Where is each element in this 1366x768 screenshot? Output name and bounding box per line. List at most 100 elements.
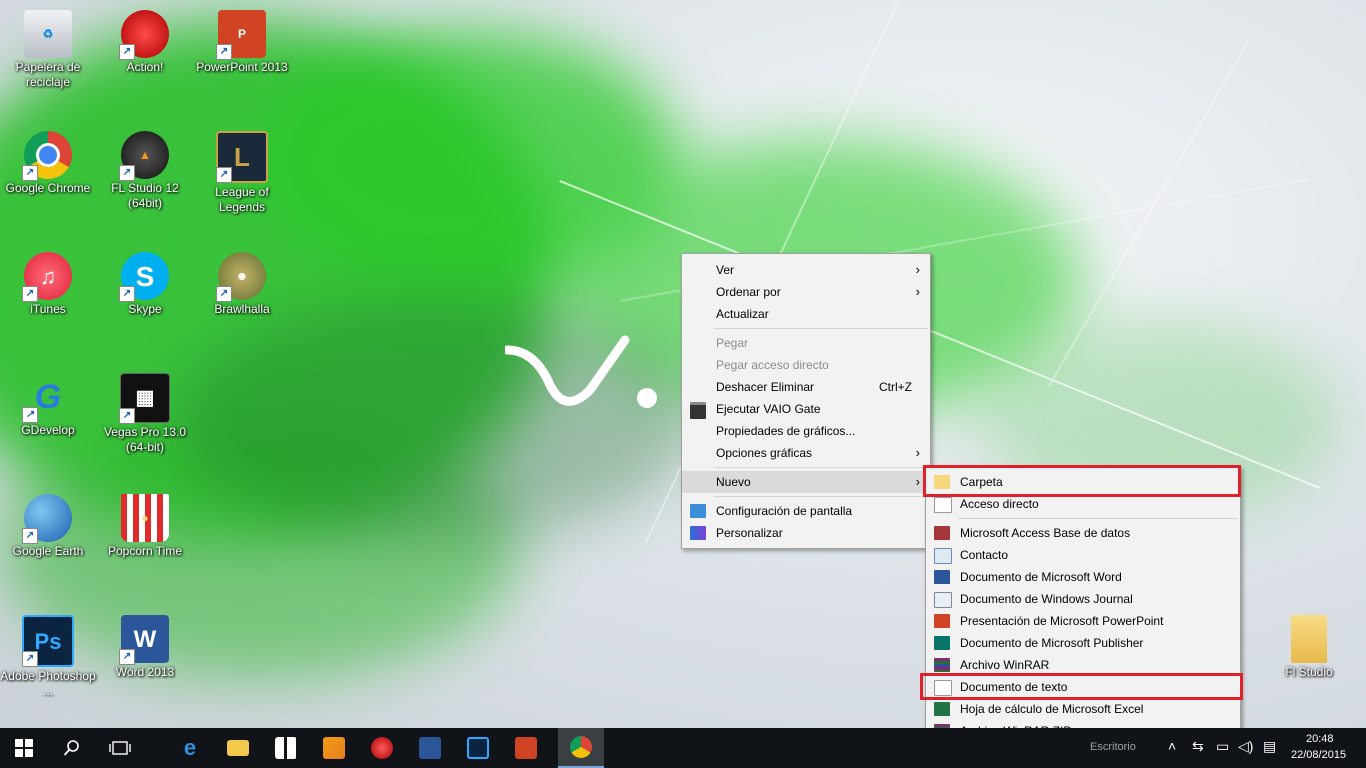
desktop-icon-action[interactable]: ↗ Action! [97,10,193,75]
desktop-icon-chrome[interactable]: ↗ Google Chrome [0,131,96,196]
menu-item-ordenar-por[interactable]: Ordenar por › [682,281,930,303]
menu-item-nuevo[interactable]: Nuevo › [682,471,930,493]
menu-item-pegar[interactable]: Pegar [682,332,930,354]
chevron-up-icon[interactable]: ˄ [1168,738,1176,754]
menu-item-label: Archivo WinRAR [960,658,1050,672]
desktop-icon-label: Vegas Pro 13.0 (64-bit) [103,425,187,454]
submenu-item-powerpoint[interactable]: Presentación de Microsoft PowerPoint [926,610,1240,632]
menu-separator [958,518,1238,519]
desktop-icon-label: Action! [126,60,164,74]
menu-separator [714,328,928,329]
desktop-icon-label: FL Studio 12 (64bit) [111,181,179,210]
gdevelop-icon: G ↗ [22,373,72,423]
menu-item-label: Contacto [960,548,1009,562]
desktop-icon-popcorn-time[interactable]: ● Popcorn Time [97,494,193,559]
powerpoint-icon [515,737,537,759]
shortcut-arrow-icon: ↗ [22,165,38,181]
submenu-item-publisher[interactable]: Documento de Microsoft Publisher [926,632,1240,654]
taskbar-store[interactable] [262,728,310,768]
submenu-item-contacto[interactable]: Contacto [926,544,1240,566]
desktop-context-menu: Ver › Ordenar por › Actualizar Pegar Pegar… [681,253,931,549]
desktop-icon-vegas-pro[interactable]: ▦ ↗ Vegas Pro 13.0 (64-bit) [97,373,193,455]
desktop-icon-label: Fl Studio [1285,665,1333,679]
clock-time[interactable]: 20:48 [1306,733,1334,745]
journal-icon [934,592,952,608]
network-icon[interactable]: ⇆ [1192,738,1204,755]
taskbar-powerpoint[interactable] [502,728,550,768]
desktop-icon-label: League of Legends [215,185,269,214]
menu-item-ejecutar-vaio-gate[interactable]: Ejecutar VAIO Gate [682,398,930,420]
taskbar-file-explorer[interactable] [214,728,262,768]
notifications-icon[interactable]: ▤ [1263,738,1276,755]
menu-separator [714,496,928,497]
menu-item-actualizar[interactable]: Actualizar [682,303,930,325]
menu-item-propiedades-graficos[interactable]: Propiedades de gráficos... [682,420,930,442]
menu-item-label: Deshacer Eliminar [716,380,815,394]
taskbar-action[interactable] [358,728,406,768]
taskbar-media-player[interactable] [310,728,358,768]
personalize-icon [690,526,706,540]
task-view-button[interactable] [96,728,144,768]
battery-icon[interactable]: ▭ [1216,738,1229,755]
chevron-right-icon: › [915,474,920,489]
taskbar-word[interactable] [406,728,454,768]
menu-item-pegar-acceso-directo[interactable]: Pegar acceso directo [682,354,930,376]
contact-icon [934,548,952,564]
menu-item-ver[interactable]: Ver › [682,259,930,281]
taskbar-chrome[interactable] [558,728,604,768]
taskbar-edge[interactable]: e [166,728,214,768]
volume-icon[interactable]: ◁) [1238,738,1253,755]
menu-item-personalizar[interactable]: Personalizar [682,522,930,544]
photoshop-icon [467,737,489,759]
desktop-icon-league-of-legends[interactable]: L ↗ League of Legends [194,131,290,215]
recycle-bin-icon: ♻ [24,10,72,58]
desktop-icon-photoshop[interactable]: Ps ↗ Adobe Photoshop ... [0,615,96,699]
highlight-box-documento-texto [920,673,1243,700]
menu-item-label: Documento de Microsoft Word [960,570,1122,584]
desktop-icon-itunes[interactable]: ♫ ↗ iTunes [0,252,96,317]
desktop-icon-recycle-bin[interactable]: ♻ Papelera de reciclaje [0,10,96,90]
menu-item-label: Personalizar [716,526,783,540]
store-icon [275,737,297,759]
menu-item-configuracion-pantalla[interactable]: Configuración de pantalla [682,500,930,522]
taskbar-photoshop[interactable] [454,728,502,768]
submenu-item-word[interactable]: Documento de Microsoft Word [926,566,1240,588]
desktop-icon-word[interactable]: W ↗ Word 2013 [97,615,193,680]
desktop-icon-powerpoint[interactable]: P ↗ PowerPoint 2013 [194,10,290,75]
desktop-icon-gdevelop[interactable]: G ↗ GDevelop [0,373,96,438]
search-button[interactable] [48,728,96,768]
edge-icon: e [183,735,197,760]
menu-item-label: Configuración de pantalla [716,504,853,518]
shortcut-arrow-icon: ↗ [22,407,38,423]
menu-item-label: Pegar acceso directo [716,358,829,372]
desktop-icon-brawlhalla[interactable]: ☻ ↗ Brawlhalla [194,252,290,317]
popcorn-time-icon: ● [121,494,169,542]
taskbar: e Escritorio ˄ ⇆ ▭ ◁) ▤ 20:48 22/08/2015 [0,728,1366,768]
desktop-icon-fl-studio-folder[interactable]: Fl Studio [1261,615,1357,680]
submenu-item-access[interactable]: Microsoft Access Base de datos [926,522,1240,544]
file-explorer-icon [227,740,249,756]
chevron-right-icon: › [915,262,920,277]
menu-item-deshacer-eliminar[interactable]: Deshacer Eliminar Ctrl+Z [682,376,930,398]
tray-desktop-label[interactable]: Escritorio [1090,741,1136,753]
desktop-icon-skype[interactable]: S ↗ Skype [97,252,193,317]
desktop-icon-label: PowerPoint 2013 [196,60,288,74]
display-settings-icon [690,504,706,518]
brawlhalla-icon: ☻ ↗ [216,252,266,302]
menu-item-label: Ordenar por [716,285,781,299]
menu-item-label: Acceso directo [960,497,1039,511]
desktop-icon-fl-studio[interactable]: ▲ ↗ FL Studio 12 (64bit) [97,131,193,211]
media-player-icon [323,737,345,759]
search-icon [63,740,79,756]
menu-item-opciones-graficas[interactable]: Opciones gráficas › [682,442,930,464]
menu-item-label: Pegar [716,336,749,350]
start-button[interactable] [0,728,48,768]
publisher-icon [934,636,950,650]
submenu-item-excel[interactable]: Hoja de cálculo de Microsoft Excel [926,698,1240,720]
clock-date[interactable]: 22/08/2015 [1291,749,1346,761]
desktop-icon-label: Popcorn Time [107,544,183,558]
desktop-icon-google-earth[interactable]: ↗ Google Earth [0,494,96,559]
powerpoint-icon: P ↗ [216,10,266,60]
submenu-item-windows-journal[interactable]: Documento de Windows Journal [926,588,1240,610]
league-of-legends-icon: L ↗ [216,131,268,183]
